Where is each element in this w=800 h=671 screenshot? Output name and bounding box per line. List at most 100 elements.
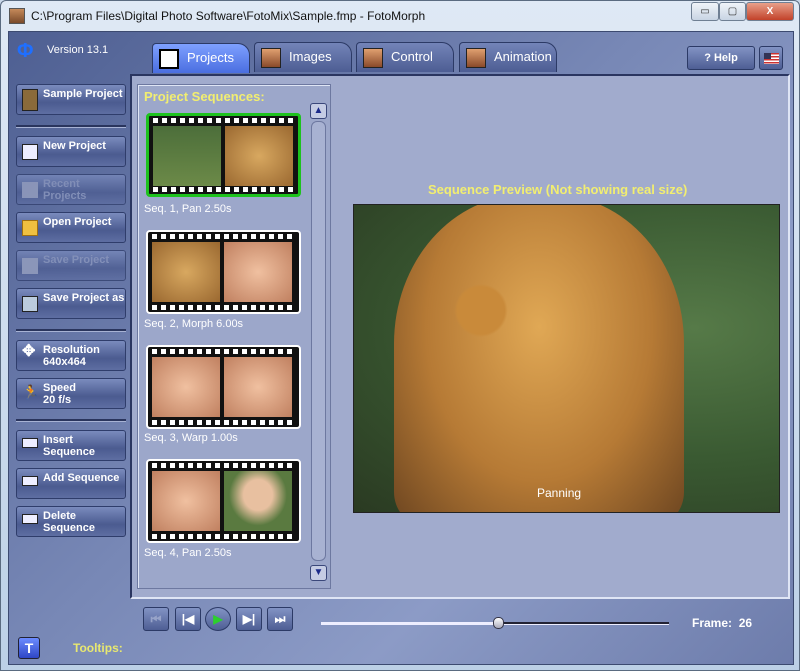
title-bar: C:\Program Files\Digital Photo Software\… <box>1 1 799 31</box>
button-label: Save Project <box>43 254 110 266</box>
sequence-item[interactable] <box>146 345 301 429</box>
button-label: Delete Sequence <box>43 510 95 534</box>
tab-projects[interactable]: Projects <box>152 43 250 73</box>
button-label: Resolution <box>43 344 100 356</box>
sequence-list: Project Sequences: Seq. 1, Pan 2.50s Seq… <box>137 84 331 589</box>
save-project-button: Save Project <box>16 250 126 281</box>
thumbnail-start <box>152 471 220 531</box>
button-label: New Project <box>43 140 106 152</box>
tab-label: Images <box>289 49 332 64</box>
sequence-caption: Seq. 4, Pan 2.50s <box>144 547 232 559</box>
scroll-up-button[interactable]: ▲ <box>310 103 327 119</box>
tab-label: Control <box>391 49 433 64</box>
play-button[interactable]: ▶ <box>205 607 231 631</box>
divider <box>16 125 126 128</box>
runner-icon: 🏃 <box>22 384 40 400</box>
resolution-value: 640x464 <box>43 356 86 368</box>
preview-status: Panning <box>537 486 582 500</box>
animation-icon <box>466 48 486 68</box>
frame-label: Frame: <box>692 616 733 630</box>
sequence-scrollbar[interactable]: ▲ ▼ <box>310 103 327 581</box>
thumbnail-start <box>152 242 220 302</box>
new-project-button[interactable]: New Project <box>16 136 126 167</box>
tab-images[interactable]: Images <box>254 42 352 72</box>
sequence-item[interactable] <box>146 113 301 197</box>
minimize-button[interactable]: ▭ <box>691 2 719 21</box>
button-label: Recent Projects <box>43 178 87 202</box>
button-label: Add Sequence <box>43 472 120 484</box>
tooltips-label: Tooltips: <box>73 641 123 655</box>
delete-sequence-button[interactable]: Delete Sequence <box>16 506 126 537</box>
tooltips-toggle[interactable]: T <box>18 637 40 659</box>
first-frame-button[interactable]: ⏮ <box>143 607 169 631</box>
add-sequence-button[interactable]: Add Sequence <box>16 468 126 499</box>
maximize-button[interactable]: ▢ <box>719 2 746 21</box>
thumbnail-start <box>152 357 220 417</box>
speed-button[interactable]: 🏃 Speed 20 f/s <box>16 378 126 409</box>
sequence-preview: Panning <box>353 204 780 513</box>
sequence-item[interactable] <box>146 459 301 543</box>
preview-image <box>394 205 684 512</box>
tab-label: Animation <box>494 49 552 64</box>
last-frame-button[interactable]: ⏭ <box>267 607 293 631</box>
app-icon <box>9 8 25 24</box>
resolution-button[interactable]: ✥ Resolution 640x464 <box>16 340 126 371</box>
scroll-down-button[interactable]: ▼ <box>310 565 327 581</box>
add-icon <box>22 476 38 486</box>
button-label: Insert Sequence <box>43 434 95 458</box>
portrait-icon <box>22 89 38 111</box>
preview-title: Sequence Preview (Not showing real size) <box>428 182 688 197</box>
speed-value: 20 f/s <box>43 394 72 406</box>
language-button[interactable] <box>759 46 783 70</box>
thumbnail-end <box>225 126 293 186</box>
thumbnail-start <box>153 126 221 186</box>
save-project-as-button[interactable]: Save Project as <box>16 288 126 319</box>
tab-control[interactable]: Control <box>356 42 454 72</box>
button-label: Speed <box>43 382 77 394</box>
version-label: Version 13.1 <box>47 44 109 56</box>
thumbnail-end <box>224 471 292 531</box>
close-button[interactable]: X <box>746 2 794 21</box>
recent-icon <box>22 182 38 198</box>
save-icon <box>22 258 38 274</box>
window-title: C:\Program Files\Digital Photo Software\… <box>31 9 426 23</box>
control-icon <box>363 48 383 68</box>
us-flag-icon <box>764 53 779 64</box>
recent-projects-button: Recent Projects <box>16 174 126 205</box>
open-project-button[interactable]: Open Project <box>16 212 126 243</box>
tab-label: Projects <box>187 50 234 65</box>
grid-icon <box>159 49 179 69</box>
frame-slider[interactable] <box>321 617 669 629</box>
app-window: C:\Program Files\Digital Photo Software\… <box>0 0 800 671</box>
sample-project-button[interactable]: Sample Project <box>16 84 126 115</box>
previous-frame-button[interactable]: |◀ <box>175 607 201 631</box>
thumbnail-end <box>224 357 292 417</box>
divider <box>16 419 126 422</box>
next-frame-button[interactable]: ▶| <box>236 607 262 631</box>
sequence-item[interactable] <box>146 230 301 314</box>
move-arrows-icon: ✥ <box>22 343 36 360</box>
projects-panel: Project Sequences: Seq. 1, Pan 2.50s Seq… <box>130 74 790 599</box>
logo-icon: Φ <box>17 40 34 62</box>
app-client: Φ Version 13.1 Projects Images Control A… <box>8 31 794 665</box>
sequence-caption: Seq. 2, Morph 6.00s <box>144 318 244 330</box>
insert-sequence-button[interactable]: Insert Sequence <box>16 430 126 461</box>
frame-value: 26 <box>738 616 753 630</box>
sequence-caption: Seq. 1, Pan 2.50s <box>144 203 232 215</box>
scroll-track[interactable] <box>311 121 326 561</box>
slider-thumb[interactable] <box>493 617 505 629</box>
button-label: Open Project <box>43 216 112 228</box>
sequence-caption: Seq. 3, Warp 1.00s <box>144 432 238 444</box>
slider-fill <box>321 622 499 625</box>
frame-readout: Frame: 26 <box>692 616 752 630</box>
save-as-icon <box>22 296 38 312</box>
folder-icon <box>22 220 38 236</box>
insert-icon <box>22 438 38 448</box>
image-icon <box>261 48 281 68</box>
new-page-icon <box>22 144 38 160</box>
thumbnail-end <box>224 242 292 302</box>
button-label: Save Project as <box>43 292 125 304</box>
tab-animation[interactable]: Animation <box>459 42 557 72</box>
delete-icon <box>22 514 38 524</box>
help-button[interactable]: ? Help <box>687 46 755 70</box>
